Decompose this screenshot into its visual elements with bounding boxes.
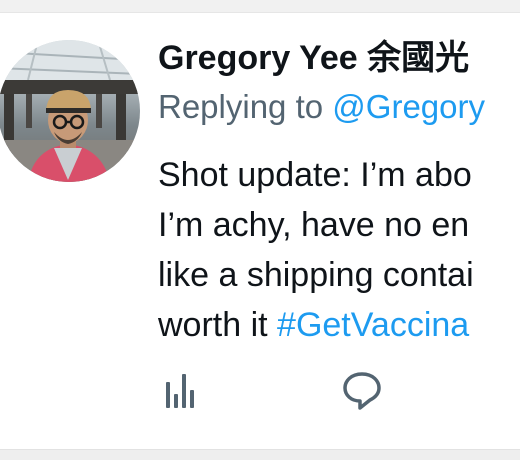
tweet-line-text: worth it: [158, 306, 268, 344]
tweet-line: like a shipping contai: [158, 256, 474, 294]
bottom-divider: [0, 449, 520, 460]
tweet-line: worth it #GetVaccina: [158, 300, 520, 350]
tweet-text: Shot update: I’m abo I’m achy, have no e…: [158, 150, 520, 350]
top-divider: [0, 0, 520, 13]
replying-to: Replying to @Gregory: [158, 88, 485, 126]
tweet-actions: [150, 368, 520, 418]
tweet-line: Shot update: I’m abo: [158, 156, 472, 194]
reply-icon[interactable]: [340, 368, 384, 417]
hashtag-link[interactable]: #GetVaccina: [277, 306, 469, 344]
tweet-line: I’m achy, have no en: [158, 206, 470, 244]
tweet-card[interactable]: Gregory Yee 余國光 Replying to @Gregory Sho…: [0, 0, 520, 460]
avatar[interactable]: [0, 40, 140, 182]
author-display-name: Gregory Yee: [158, 39, 358, 77]
author-name[interactable]: Gregory Yee 余國光: [158, 30, 469, 79]
analytics-icon[interactable]: [160, 368, 200, 417]
author-cjk-name: 余國光: [367, 38, 470, 78]
avatar-photo: [0, 40, 140, 182]
replying-to-label: Replying to: [158, 88, 324, 125]
reply-handle-link[interactable]: @Gregory: [332, 88, 485, 125]
